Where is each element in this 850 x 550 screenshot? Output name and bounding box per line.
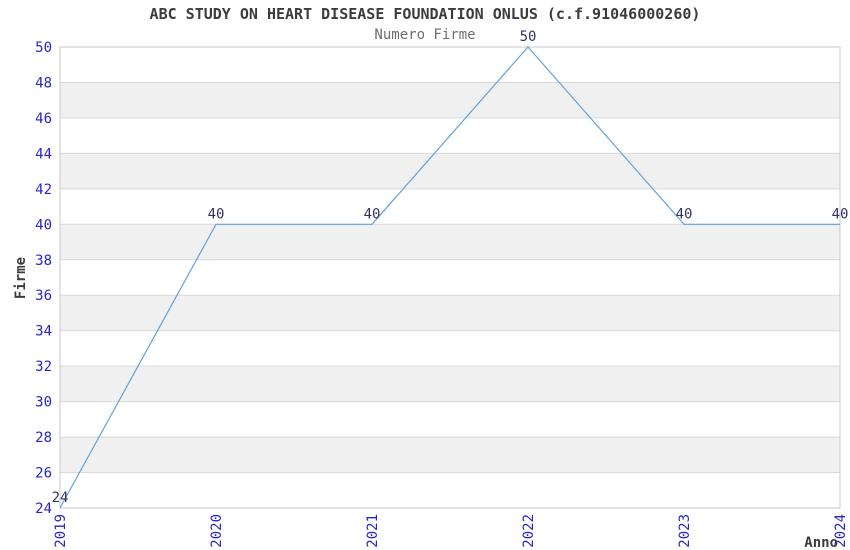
y-tick-label: 44 xyxy=(35,146,52,162)
line-chart-plot: 2440 405040 402426283032343638404244464850… xyxy=(13,29,849,550)
point-label: 40 xyxy=(676,206,693,222)
y-axis-label: Firme xyxy=(13,257,29,299)
plot-band xyxy=(60,295,840,331)
y-tick-label: 42 xyxy=(35,182,52,198)
plot-band xyxy=(60,224,840,260)
chart-container: ABC STUDY ON HEART DISEASE FOUNDATION ON… xyxy=(0,0,850,550)
y-tick-label: 36 xyxy=(35,288,52,304)
y-tick-label: 48 xyxy=(35,75,52,91)
plot-band xyxy=(60,366,840,402)
plot-band xyxy=(60,82,840,118)
x-tick-label: 2021 xyxy=(365,514,381,548)
y-tick-label: 32 xyxy=(35,359,52,375)
point-label: 40 xyxy=(364,206,381,222)
y-tick-label: 26 xyxy=(35,466,52,482)
x-tick-label: 2019 xyxy=(53,514,69,548)
plot-band xyxy=(60,437,840,473)
y-tick-label: 50 xyxy=(35,40,52,56)
x-tick-label: 2022 xyxy=(521,514,537,548)
x-axis-label: Anno xyxy=(804,535,838,550)
y-tick-label: 24 xyxy=(35,501,52,517)
point-label: 24 xyxy=(52,490,69,506)
y-tick-label: 40 xyxy=(35,217,52,233)
y-tick-label: 38 xyxy=(35,253,52,269)
y-tick-label: 30 xyxy=(35,395,52,411)
point-label: 40 xyxy=(208,206,225,222)
y-tick-label: 28 xyxy=(35,430,52,446)
x-tick-label: 2023 xyxy=(677,514,693,548)
y-tick-label: 46 xyxy=(35,111,52,127)
plot-band xyxy=(60,153,840,189)
y-tick-label: 34 xyxy=(35,324,52,340)
point-label: 50 xyxy=(520,29,537,45)
x-tick-label: 2020 xyxy=(209,514,225,548)
point-label: 40 xyxy=(832,206,849,222)
